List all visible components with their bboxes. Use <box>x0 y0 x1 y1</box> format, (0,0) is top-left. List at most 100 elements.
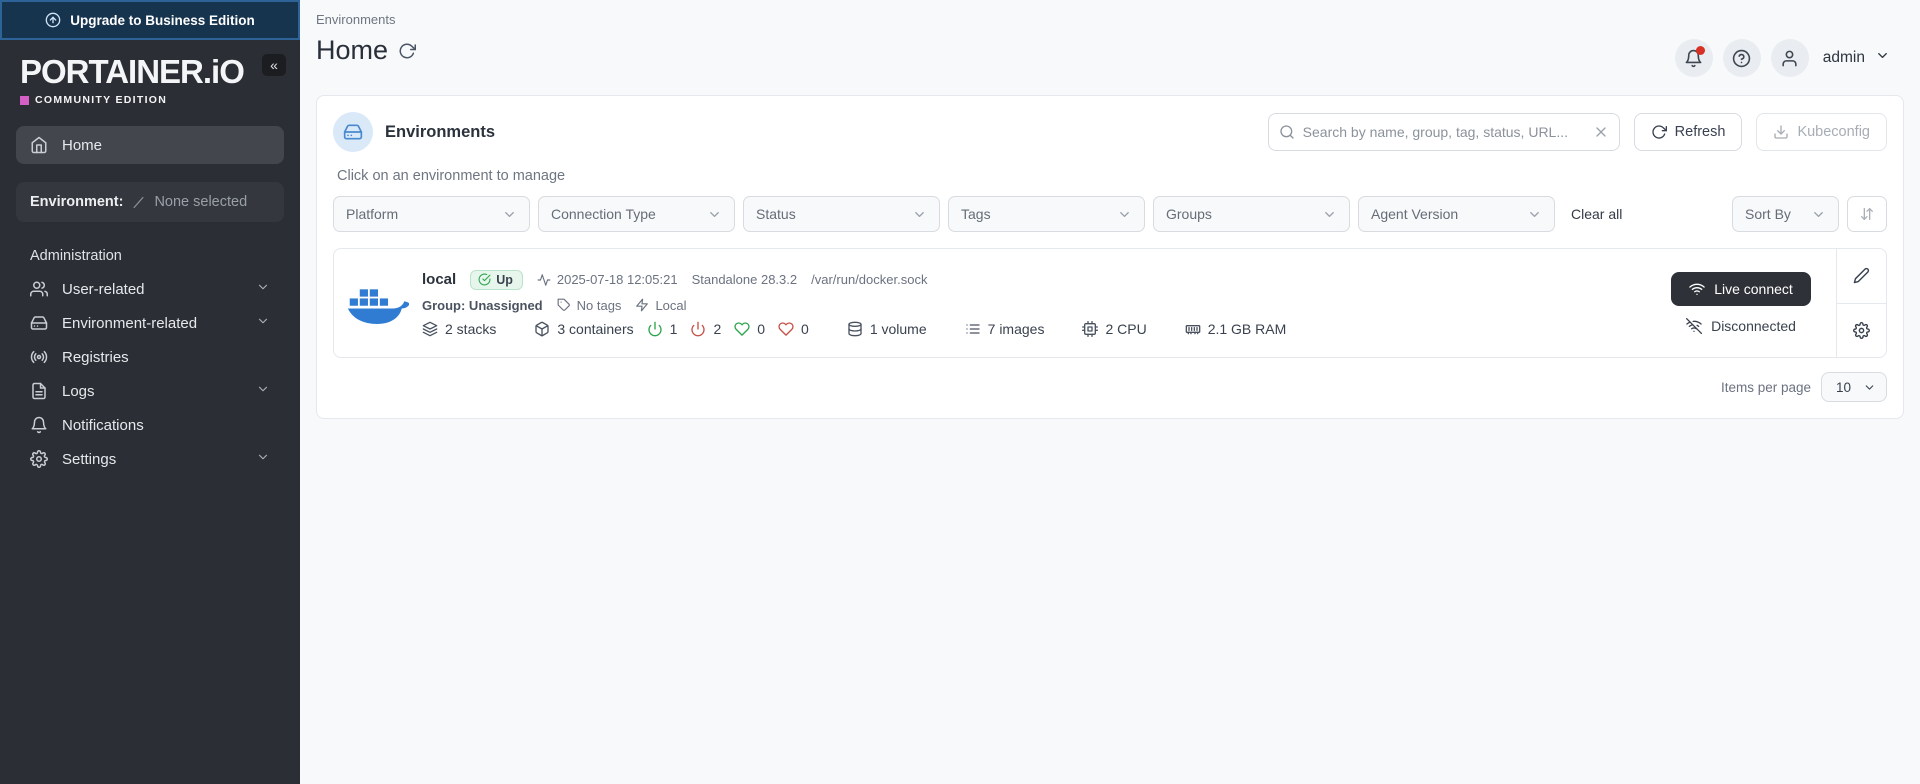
chevron-down-icon <box>256 450 270 468</box>
stat-containers-running[interactable]: 1 <box>647 321 678 337</box>
wifi-off-icon <box>1686 318 1702 334</box>
help-button[interactable] <box>1723 39 1761 77</box>
status-badge: Up <box>470 270 523 290</box>
filter-label: Platform <box>346 206 398 222</box>
activity-icon <box>537 273 551 287</box>
sort-arrows-icon <box>1859 206 1875 222</box>
kubeconfig-button[interactable]: Kubeconfig <box>1756 113 1887 151</box>
sort-by-select[interactable]: Sort By <box>1732 196 1839 232</box>
gear-icon <box>30 450 48 468</box>
stat-volumes[interactable]: 1 volume <box>847 321 927 337</box>
filter-status[interactable]: Status <box>743 196 940 232</box>
user-menu-chevron[interactable] <box>1875 48 1890 68</box>
header-actions: admin <box>1675 39 1904 77</box>
sort-direction-button[interactable] <box>1847 196 1887 232</box>
panel-subtitle: Click on an environment to manage <box>337 168 1887 184</box>
power-icon <box>647 321 663 337</box>
panel-title: Environments <box>385 123 495 142</box>
stat-label: 3 containers <box>557 321 633 337</box>
stat-containers-stopped[interactable]: 2 <box>690 321 721 337</box>
stat-label: 0 <box>801 321 809 337</box>
environment-platform: Standalone 28.3.2 <box>692 272 798 287</box>
administration-section-title: Administration <box>30 248 270 264</box>
chevron-down-icon <box>1875 48 1890 63</box>
chevron-down-icon <box>256 280 270 298</box>
sidebar-item-notifications[interactable]: Notifications <box>16 408 284 442</box>
breadcrumb[interactable]: Environments <box>316 12 1904 27</box>
sidebar-item-registries[interactable]: Registries <box>16 340 284 374</box>
filter-groups[interactable]: Groups <box>1153 196 1350 232</box>
stat-containers[interactable]: 3 containers <box>534 321 633 337</box>
environment-settings-button[interactable] <box>1837 303 1886 358</box>
refresh-title-icon[interactable] <box>398 42 416 60</box>
sidebar-item-settings[interactable]: Settings <box>16 442 284 476</box>
docker-whale-icon <box>347 280 409 326</box>
environment-selector-value: None selected <box>154 194 247 210</box>
hard-drive-icon <box>30 314 48 332</box>
radio-icon <box>30 348 48 366</box>
environments-panel: Environments Refresh Kubeconfig <box>316 95 1904 419</box>
sidebar-item-home[interactable]: Home <box>16 126 284 164</box>
pagination-footer: Items per page 10 <box>333 372 1887 402</box>
live-connect-button[interactable]: Live connect <box>1671 272 1811 306</box>
filter-agent-version[interactable]: Agent Version <box>1358 196 1555 232</box>
memory-icon <box>1185 321 1201 337</box>
connection-type-meta: Local <box>635 298 686 313</box>
stat-label: 2.1 GB RAM <box>1208 321 1287 337</box>
chevron-down-icon <box>1322 207 1337 222</box>
notifications-button[interactable] <box>1675 39 1713 77</box>
stat-containers-healthy[interactable]: 0 <box>734 321 765 337</box>
stat-label: 0 <box>757 321 765 337</box>
filter-platform[interactable]: Platform <box>333 196 530 232</box>
sidebar-item-user-related[interactable]: User-related <box>16 272 284 306</box>
stat-label: 7 images <box>988 321 1045 337</box>
search-icon <box>1279 124 1295 140</box>
layers-icon <box>422 321 438 337</box>
environment-row-main: local Up 2025-07-18 12:05:21 Standalone … <box>422 270 1646 290</box>
filter-tags[interactable]: Tags <box>948 196 1145 232</box>
sidebar-collapse-button[interactable]: « <box>262 54 286 76</box>
main-content: Environments Home <box>300 0 1920 784</box>
stat-label: 2 <box>713 321 721 337</box>
cpu-icon <box>1082 321 1098 337</box>
download-icon <box>1773 124 1789 140</box>
stat-label: 1 <box>670 321 678 337</box>
sidebar-item-environment-related[interactable]: Environment-related <box>16 306 284 340</box>
sidebar-home-label: Home <box>62 137 102 154</box>
stat-stacks[interactable]: 2 stacks <box>422 321 496 337</box>
chevron-down-icon <box>912 207 927 222</box>
environment-selector-label: Environment: <box>30 194 123 210</box>
stat-label: 1 volume <box>870 321 927 337</box>
stat-images[interactable]: 7 images <box>965 321 1045 337</box>
environment-name[interactable]: local <box>422 271 456 288</box>
user-avatar[interactable] <box>1771 39 1809 77</box>
filter-label: Tags <box>961 206 991 222</box>
arrow-up-circle-icon <box>45 12 61 28</box>
sidebar-item-label: Notifications <box>62 417 144 434</box>
docker-icon-wrap <box>334 249 422 357</box>
sidebar: Upgrade to Business Edition PORTAINER.iO… <box>0 0 300 784</box>
user-icon <box>1780 49 1799 68</box>
heart-icon <box>734 321 750 337</box>
upgrade-banner[interactable]: Upgrade to Business Edition <box>0 0 300 40</box>
edit-environment-button[interactable] <box>1837 249 1886 303</box>
refresh-button[interactable]: Refresh <box>1634 113 1743 151</box>
stat-ram[interactable]: 2.1 GB RAM <box>1185 321 1287 337</box>
pencil-icon <box>1853 267 1870 284</box>
stat-containers-unhealthy[interactable]: 0 <box>778 321 809 337</box>
logo-block: PORTAINER.iO COMMUNITY EDITION « <box>0 40 300 106</box>
search-input[interactable] <box>1303 124 1585 140</box>
portainer-logo: PORTAINER.iO <box>20 54 280 90</box>
chevron-down-icon <box>256 314 270 332</box>
environment-url: /var/run/docker.sock <box>811 272 927 287</box>
items-per-page-select[interactable]: 10 <box>1821 372 1887 402</box>
sidebar-item-logs[interactable]: Logs <box>16 374 284 408</box>
clear-search-icon[interactable] <box>1593 124 1609 140</box>
environment-card-local[interactable]: local Up 2025-07-18 12:05:21 Standalone … <box>333 248 1887 358</box>
filter-connection-type[interactable]: Connection Type <box>538 196 735 232</box>
clear-all-button[interactable]: Clear all <box>1571 206 1622 222</box>
user-menu-label[interactable]: admin <box>1823 49 1865 67</box>
filter-label: Status <box>756 206 796 222</box>
stat-cpu[interactable]: 2 CPU <box>1082 321 1146 337</box>
environment-selector[interactable]: Environment: None selected <box>16 182 284 222</box>
